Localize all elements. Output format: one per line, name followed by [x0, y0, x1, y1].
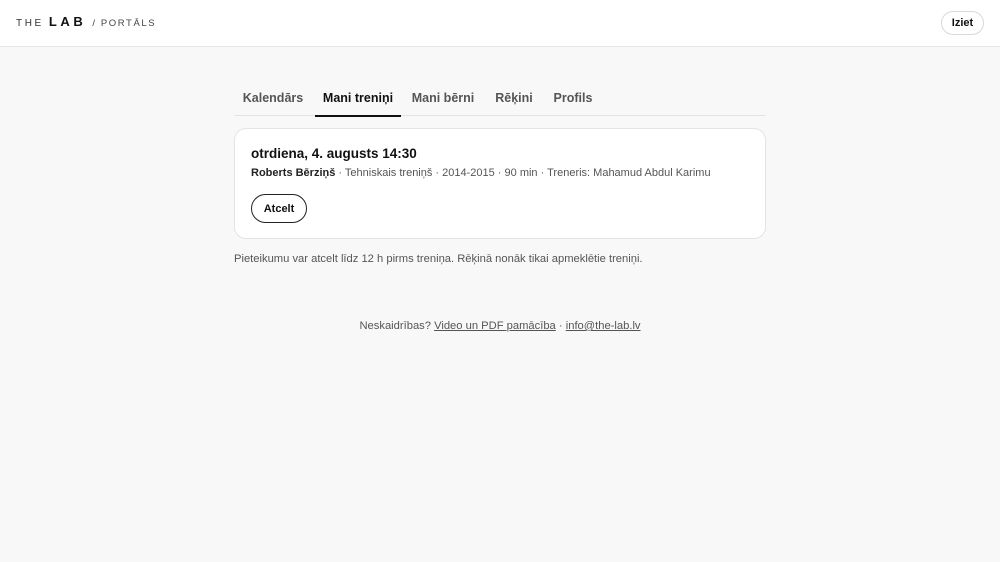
cancel-button[interactable]: Atcelt: [251, 194, 307, 223]
tab-bar: Kalendārs Mani treniņi Mani bērni Rēķini…: [234, 80, 766, 117]
brand-the: THE: [16, 18, 44, 29]
email-link[interactable]: info@the-lab.lv: [566, 320, 641, 332]
tab-profile[interactable]: Profils: [550, 80, 596, 116]
brand-logo[interactable]: THE LAB / PORTĀLS: [16, 14, 156, 29]
guide-link[interactable]: Video un PDF pamācība: [434, 320, 556, 332]
child-name: Roberts Bērziņš: [251, 167, 336, 179]
tab-my-trainings[interactable]: Mani treniņi: [315, 80, 401, 117]
training-meta: Roberts Bērziņš · Tehniskais treniņš · 2…: [251, 167, 711, 179]
training-details: · Tehniskais treniņš · 2014-2015 · 90 mi…: [335, 167, 711, 179]
footer-question: Neskaidrības?: [359, 320, 431, 332]
training-card: otrdiena, 4. augusts 14:30 Roberts Bērzi…: [234, 128, 766, 239]
tab-calendar[interactable]: Kalendārs: [234, 80, 312, 116]
logout-button[interactable]: Iziet: [941, 11, 984, 35]
footer-separator: ·: [558, 320, 563, 332]
brand-portal: / PORTĀLS: [92, 18, 157, 29]
footer: Neskaidrības? Video un PDF pamācība · in…: [0, 320, 1000, 332]
top-bar: THE LAB / PORTĀLS Iziet: [0, 0, 1000, 47]
tab-my-children[interactable]: Mani bērni: [408, 80, 478, 116]
cancellation-note: Pieteikumu var atcelt līdz 12 h pirms tr…: [234, 253, 643, 265]
training-datetime: otrdiena, 4. augusts 14:30: [251, 146, 417, 161]
brand-lab: LAB: [48, 14, 87, 29]
tab-invoices[interactable]: Rēķini: [492, 80, 536, 116]
